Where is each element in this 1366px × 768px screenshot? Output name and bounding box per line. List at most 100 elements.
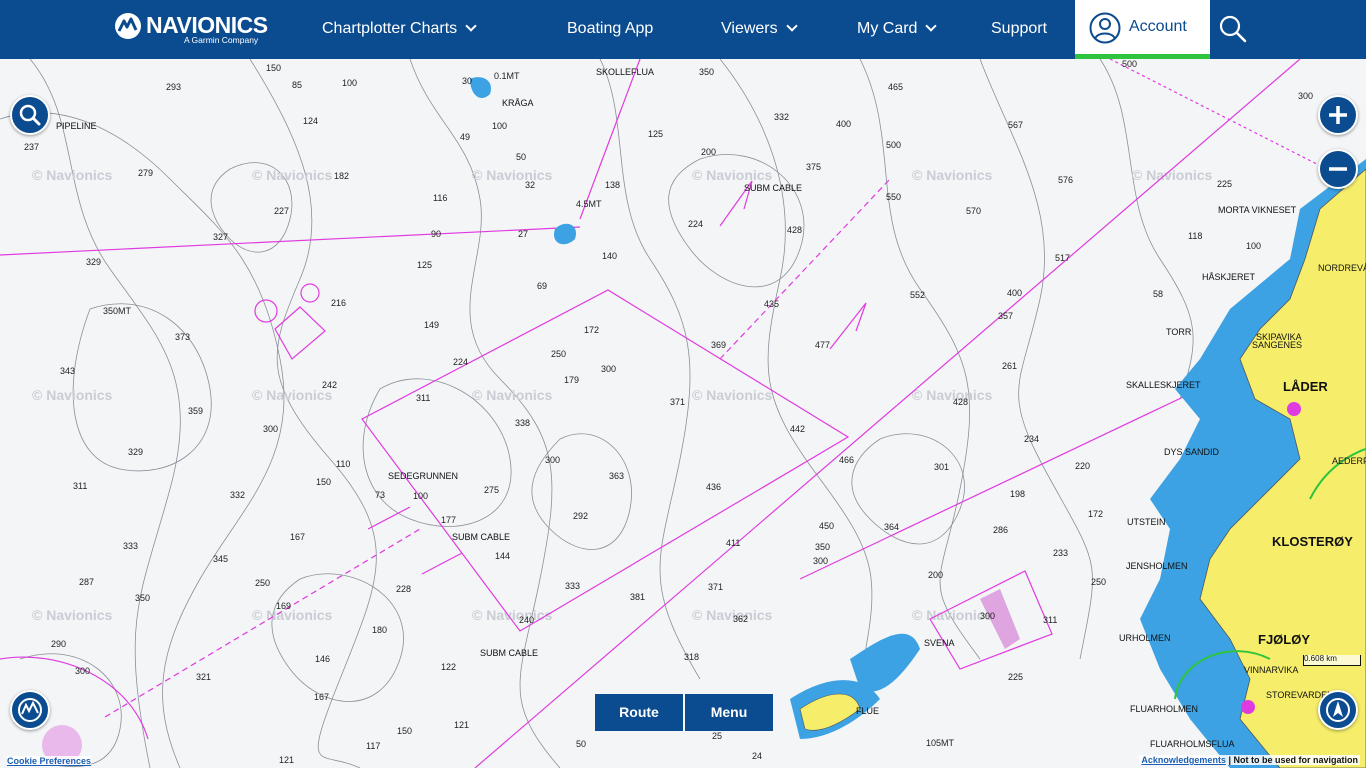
svg-text:58: 58 [1153,289,1163,299]
svg-text:466: 466 [839,455,854,465]
svg-text:24: 24 [752,751,762,761]
nav-chartplotter-charts[interactable]: Chartplotter Charts [322,0,477,59]
nav-viewers[interactable]: Viewers [721,0,798,59]
svg-text:LÅDER: LÅDER [1283,379,1328,394]
svg-text:371: 371 [670,397,685,407]
compass-button[interactable] [1318,690,1358,730]
acknowledgements-link[interactable]: Acknowledgements [1141,755,1226,765]
svg-text:442: 442 [790,424,805,434]
svg-text:FLUARHOLMEN: FLUARHOLMEN [1130,704,1198,714]
watermark-text: © Navionics [692,167,773,183]
svg-text:224: 224 [453,357,468,367]
svg-text:25: 25 [712,731,722,741]
watermark-text: © Navionics [472,167,553,183]
user-icon [1089,12,1121,44]
svg-text:329: 329 [128,447,143,457]
svg-text:318: 318 [684,652,699,662]
svg-text:300: 300 [263,424,278,434]
svg-text:500: 500 [1122,59,1137,69]
svg-text:227: 227 [274,206,289,216]
svg-text:144: 144 [495,551,510,561]
svg-text:30: 30 [462,76,472,86]
svg-text:0.1MT: 0.1MT [494,71,520,81]
scale-value: 0.608 [1304,654,1325,663]
svg-text:327: 327 [213,232,228,242]
svg-text:343: 343 [60,366,75,376]
svg-text:167: 167 [314,692,329,702]
nav-my-card[interactable]: My Card [857,0,938,59]
svg-text:359: 359 [188,406,203,416]
scale-unit: km [1326,654,1337,663]
svg-text:KLOSTERØY: KLOSTERØY [1272,534,1353,549]
svg-text:JENSHOLMEN: JENSHOLMEN [1126,561,1188,571]
svg-text:124: 124 [303,116,318,126]
svg-text:362: 362 [733,614,748,624]
nautical-chart-map[interactable]: © Navionics © Navionics © Navionics © Na… [0,59,1366,768]
svg-text:400: 400 [1007,288,1022,298]
svg-text:333: 333 [123,541,138,551]
svg-text:50: 50 [516,152,526,162]
svg-text:350MT: 350MT [103,306,132,316]
map-search-button[interactable] [10,95,50,135]
navionics-logo[interactable]: NAVIONICS A Garmin Company [114,10,268,46]
svg-text:85: 85 [292,80,302,90]
zoom-in-button[interactable] [1318,95,1358,135]
svg-text:105MT: 105MT [926,738,955,748]
svg-text:250: 250 [551,349,566,359]
svg-text:KRÅGA: KRÅGA [502,98,534,108]
svg-text:350: 350 [815,542,830,552]
svg-text:381: 381 [630,592,645,602]
svg-text:329: 329 [86,257,101,267]
navionics-logo-icon [115,13,141,39]
cookie-preferences-link[interactable]: Cookie Preferences [7,756,92,766]
top-navigation-bar: NAVIONICS A Garmin Company Chartplotter … [0,0,1366,59]
svg-text:220: 220 [1075,461,1090,471]
watermark-text: © Navionics [252,167,333,183]
svg-text:345: 345 [213,554,228,564]
svg-text:DYS SANDID: DYS SANDID [1164,447,1220,457]
watermark-text: © Navionics [692,387,773,403]
svg-text:169: 169 [276,601,291,611]
menu-button[interactable]: Menu [685,694,773,731]
svg-text:465: 465 [888,82,903,92]
svg-text:233: 233 [1053,548,1068,558]
account-button[interactable]: Account [1075,0,1210,59]
watermark-text: © Navionics [912,167,993,183]
nav-boating-app[interactable]: Boating App [567,0,653,59]
svg-text:228: 228 [396,584,411,594]
plus-icon [1329,106,1347,124]
svg-text:122: 122 [441,662,456,672]
svg-text:279: 279 [138,168,153,178]
watermark-text: © Navionics [252,607,333,623]
svg-text:357: 357 [998,311,1013,321]
chart-canvas: © Navionics © Navionics © Navionics © Na… [0,59,1366,768]
svg-text:100: 100 [342,78,357,88]
search-icon[interactable] [1218,14,1248,44]
svg-text:371: 371 [708,582,723,592]
svg-text:100: 100 [1246,241,1261,251]
svg-text:182: 182 [334,171,349,181]
svg-text:150: 150 [397,726,412,736]
account-label: Account [1129,18,1187,35]
svg-text:364: 364 [884,522,899,532]
route-button[interactable]: Route [595,694,683,731]
svg-text:FLUARHOLMSFLUA: FLUARHOLMSFLUA [1150,739,1235,749]
svg-text:300: 300 [75,666,90,676]
svg-text:411: 411 [726,538,740,548]
watermark-text: © Navionics [472,387,553,403]
svg-text:90: 90 [431,229,441,239]
svg-text:69: 69 [537,281,547,291]
svg-text:311: 311 [73,481,87,491]
marina-icon [1241,700,1255,714]
layers-button[interactable] [10,690,50,730]
svg-text:50: 50 [576,739,586,749]
svg-text:172: 172 [584,325,599,335]
svg-text:400: 400 [836,119,851,129]
svg-text:110: 110 [336,459,350,469]
nav-support[interactable]: Support [991,0,1047,59]
zoom-out-button[interactable] [1318,149,1358,189]
svg-text:436: 436 [706,482,721,492]
svg-text:321: 321 [196,672,211,682]
svg-text:338: 338 [515,418,530,428]
svg-text:225: 225 [1217,179,1232,189]
